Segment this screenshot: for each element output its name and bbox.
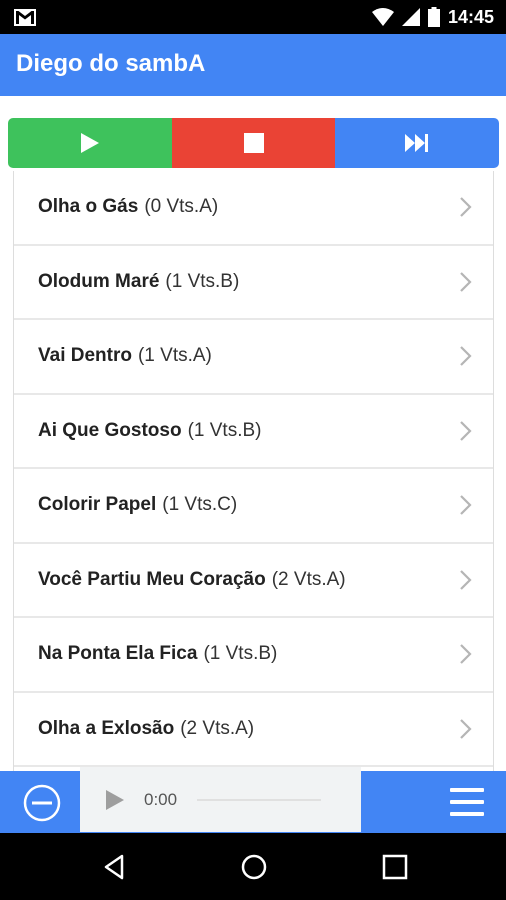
- chevron-right-icon: [460, 346, 472, 367]
- list-item[interactable]: Vai Dentro (1 Vts.A): [14, 320, 493, 395]
- list-item[interactable]: Ai Que Gostoso (1 Vts.B): [14, 394, 493, 469]
- chevron-right-icon: [460, 271, 472, 292]
- list-item[interactable]: Você Partiu Meu Coração (2 Vts.A): [14, 543, 493, 618]
- list-item[interactable]: Olha a Exlosão (2 Vts.A): [14, 692, 493, 767]
- stop-icon: [243, 133, 264, 153]
- song-votes: (1 Vts.A): [137, 345, 212, 367]
- signal-icon: [401, 8, 420, 26]
- list-item[interactable]: Olodum Maré (1 Vts.B): [14, 245, 493, 320]
- list-item[interactable]: Colorir Papel (1 Vts.C): [14, 469, 493, 544]
- skip-next-button[interactable]: [335, 118, 499, 168]
- audio-time: 0:00: [144, 789, 178, 809]
- stop-button[interactable]: [171, 118, 336, 168]
- song-votes: (2 Vts.A): [180, 717, 255, 739]
- song-votes: (2 Vts.A): [271, 568, 346, 590]
- chevron-right-icon: [460, 718, 472, 739]
- playback-controls: [8, 118, 499, 168]
- chevron-right-icon: [460, 644, 472, 665]
- song-name: Olodum Maré: [38, 270, 160, 292]
- song-name: Ai Que Gostoso: [38, 419, 182, 441]
- chevron-right-icon: [460, 569, 472, 590]
- song-votes: (1 Vts.C): [162, 494, 238, 516]
- back-icon[interactable]: [100, 853, 128, 881]
- status-bar: 14:45: [0, 0, 506, 34]
- song-votes: (1 Vts.B): [165, 270, 240, 292]
- song-name: Olha o Gás: [38, 196, 139, 218]
- song-votes: (1 Vts.B): [187, 419, 262, 441]
- song-name: Olha a Exlosão: [38, 717, 175, 739]
- song-votes: (1 Vts.B): [203, 643, 278, 665]
- audio-progress-track[interactable]: [197, 798, 322, 801]
- clock: 14:45: [447, 6, 494, 27]
- audio-play-icon[interactable]: [106, 789, 124, 810]
- play-button[interactable]: [8, 118, 172, 168]
- app-bar: Diego do sambA: [0, 34, 506, 96]
- song-name: Na Ponta Ela Fica: [38, 643, 198, 665]
- song-name: Você Partiu Meu Coração: [38, 568, 266, 590]
- list-item[interactable]: Olha o Gás (0 Vts.A): [14, 171, 493, 246]
- chevron-right-icon: [460, 197, 472, 218]
- song-name: Vai Dentro: [38, 345, 132, 367]
- song-name: Colorir Papel: [38, 494, 157, 516]
- chevron-right-icon: [460, 495, 472, 516]
- song-list: Olha o Gás (0 Vts.A) Olodum Maré (1 Vts.…: [13, 171, 494, 771]
- skip-next-icon: [405, 134, 429, 152]
- page-title: Diego do sambA: [16, 50, 206, 77]
- song-votes: (0 Vts.A): [144, 196, 219, 218]
- chevron-right-icon: [460, 420, 472, 441]
- list-item[interactable]: Na Ponta Ela Fica (1 Vts.B): [14, 618, 493, 693]
- play-icon: [80, 133, 99, 153]
- menu-icon[interactable]: [450, 786, 484, 818]
- battery-icon: [427, 7, 440, 27]
- navigation-bar: [0, 833, 506, 900]
- gmail-icon: [14, 9, 36, 26]
- wifi-icon: [371, 8, 394, 26]
- minus-circle-icon[interactable]: [23, 784, 61, 822]
- recents-icon[interactable]: [381, 853, 409, 881]
- home-icon[interactable]: [240, 853, 268, 881]
- player-bar: 0:00: [0, 767, 506, 833]
- audio-player: 0:00: [80, 767, 361, 832]
